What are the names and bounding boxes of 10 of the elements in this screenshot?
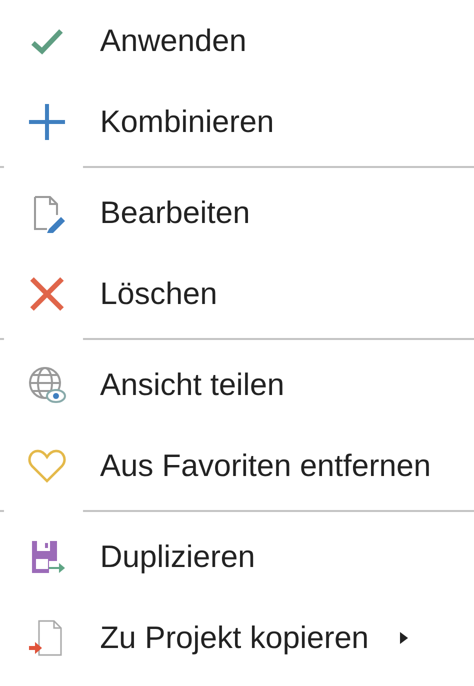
menu-item[interactable]: Kombinieren xyxy=(100,104,274,140)
menu-item[interactable]: Anwenden xyxy=(100,22,247,58)
plus-icon xyxy=(27,102,67,142)
menu-item[interactable]: Duplizieren xyxy=(100,538,256,574)
menu-item[interactable]: Bearbeiten xyxy=(100,194,250,230)
menu-item[interactable]: Löschen xyxy=(100,276,218,312)
menu-item[interactable]: Aus Favoriten entfernen xyxy=(100,448,431,484)
menu-item[interactable]: Zu Projekt kopieren xyxy=(100,620,369,656)
menu-item[interactable]: Ansicht teilen xyxy=(100,366,284,402)
globe-eye-icon xyxy=(27,364,67,404)
